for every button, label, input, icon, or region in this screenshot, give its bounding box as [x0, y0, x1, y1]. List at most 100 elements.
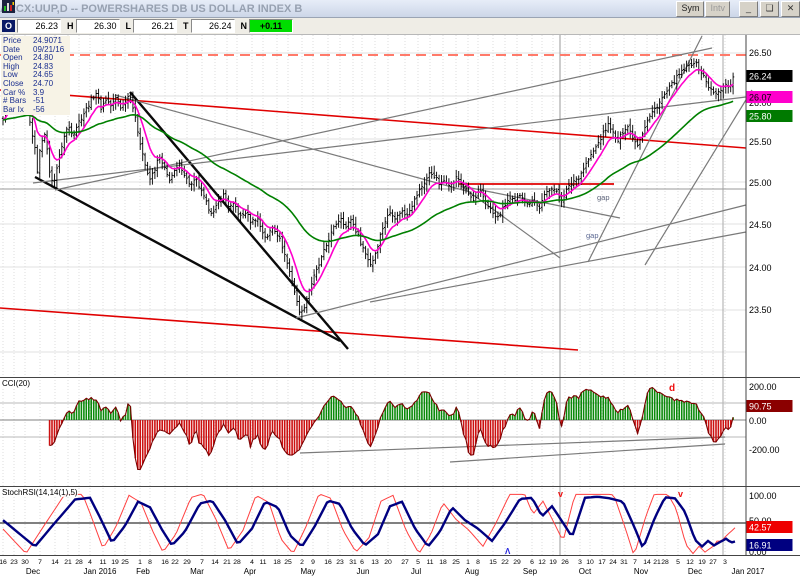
- svg-text:8: 8: [148, 559, 152, 566]
- title-bar[interactable]: ARCX:UUP,D -- POWERSHARES DB US DOLLAR I…: [0, 0, 800, 18]
- svg-text:Feb: Feb: [136, 567, 150, 576]
- svg-text:26.50: 26.50: [749, 48, 772, 58]
- databox-barix-label: Bar Ix: [3, 106, 33, 115]
- svg-text:100.00: 100.00: [749, 491, 777, 501]
- trade-label: T: [183, 21, 189, 31]
- svg-text:3: 3: [723, 559, 727, 566]
- svg-text:22: 22: [171, 559, 179, 566]
- svg-text:29: 29: [513, 559, 521, 566]
- cci-panel-label: CCI(20): [2, 379, 30, 388]
- net-label: N: [241, 21, 248, 31]
- svg-text:gap: gap: [597, 193, 610, 202]
- svg-text:13: 13: [371, 559, 379, 566]
- svg-text:7: 7: [633, 559, 637, 566]
- svg-text:Dec: Dec: [688, 567, 702, 576]
- restore-button[interactable]: ❏: [760, 1, 779, 17]
- svg-text:9: 9: [311, 559, 315, 566]
- svg-text:6: 6: [360, 559, 364, 566]
- svg-text:Mar: Mar: [190, 567, 204, 576]
- svg-text:7: 7: [200, 559, 204, 566]
- svg-text:14: 14: [643, 559, 651, 566]
- high-value: 26.30: [76, 19, 120, 33]
- net-change-value: +0.11: [249, 19, 293, 33]
- svg-text:90.75: 90.75: [749, 402, 772, 412]
- svg-text:25.80: 25.80: [749, 112, 772, 122]
- chart-window: 26.5026.0025.5025.0024.5024.0023.50200.0…: [0, 0, 800, 579]
- svg-text:19: 19: [111, 559, 119, 566]
- svg-text:gap: gap: [586, 231, 599, 240]
- svg-text:11: 11: [426, 559, 433, 566]
- svg-text:17: 17: [598, 559, 606, 566]
- databox-barix-value: -56: [33, 106, 45, 115]
- svg-text:31: 31: [349, 559, 357, 566]
- svg-text:4: 4: [250, 559, 254, 566]
- svg-text:11: 11: [99, 559, 106, 566]
- svg-text:27: 27: [709, 559, 717, 566]
- svg-text:Λ: Λ: [505, 547, 511, 556]
- chart-canvas[interactable]: 26.5026.0025.5025.0024.5024.0023.50200.0…: [0, 0, 800, 579]
- app-icon: [2, 0, 15, 13]
- svg-text:-200.00: -200.00: [749, 445, 780, 455]
- svg-text:v: v: [558, 489, 563, 499]
- svg-text:Jan 2016: Jan 2016: [84, 567, 117, 576]
- svg-text:d: d: [669, 383, 675, 394]
- low-label: L: [126, 21, 132, 31]
- svg-text:23: 23: [10, 559, 18, 566]
- svg-text:2: 2: [300, 559, 304, 566]
- intv-button[interactable]: Intv: [705, 1, 730, 17]
- close-button[interactable]: ✕: [781, 1, 800, 17]
- svg-text:Apr: Apr: [244, 567, 257, 576]
- svg-text:18: 18: [439, 559, 447, 566]
- svg-text:19: 19: [698, 559, 706, 566]
- svg-text:4: 4: [88, 559, 92, 566]
- svg-text:12: 12: [538, 559, 546, 566]
- svg-text:16: 16: [0, 559, 7, 566]
- svg-text:Sep: Sep: [523, 567, 538, 576]
- svg-text:6: 6: [530, 559, 534, 566]
- svg-text:8: 8: [476, 559, 480, 566]
- svg-text:26.07: 26.07: [749, 93, 772, 103]
- trade-value: 26.24: [191, 19, 235, 33]
- svg-text:7: 7: [38, 559, 42, 566]
- svg-text:21: 21: [64, 559, 72, 566]
- svg-text:24.50: 24.50: [749, 220, 772, 230]
- svg-text:12: 12: [686, 559, 694, 566]
- svg-text:14: 14: [51, 559, 59, 566]
- svg-text:28: 28: [661, 559, 669, 566]
- svg-text:28: 28: [233, 559, 241, 566]
- svg-text:5: 5: [676, 559, 680, 566]
- svg-text:16: 16: [324, 559, 332, 566]
- open-label: O: [2, 20, 15, 32]
- high-label: H: [67, 21, 74, 31]
- svg-text:Jun: Jun: [357, 567, 370, 576]
- svg-text:1: 1: [466, 559, 470, 566]
- svg-text:0.00: 0.00: [749, 416, 767, 426]
- sym-button[interactable]: Sym: [676, 1, 704, 17]
- svg-text:22: 22: [501, 559, 509, 566]
- svg-text:3: 3: [578, 559, 582, 566]
- svg-text:25: 25: [121, 559, 129, 566]
- svg-text:5: 5: [416, 559, 420, 566]
- svg-text:Jul: Jul: [411, 567, 421, 576]
- svg-text:200.00: 200.00: [749, 382, 777, 392]
- svg-text:27: 27: [401, 559, 409, 566]
- svg-text:19: 19: [549, 559, 557, 566]
- window-title: ARCX:UUP,D -- POWERSHARES DB US DOLLAR I…: [0, 3, 676, 15]
- svg-text:18: 18: [273, 559, 281, 566]
- svg-text:25: 25: [284, 559, 292, 566]
- svg-text:Oct: Oct: [579, 567, 592, 576]
- minimize-button[interactable]: _: [739, 1, 758, 17]
- svg-text:20: 20: [384, 559, 392, 566]
- svg-text:Dec: Dec: [26, 567, 40, 576]
- svg-text:15: 15: [489, 559, 497, 566]
- svg-text:23.50: 23.50: [749, 305, 772, 315]
- low-value: 26.21: [133, 19, 177, 33]
- svg-text:26.24: 26.24: [749, 72, 772, 82]
- svg-text:25: 25: [452, 559, 460, 566]
- svg-text:11: 11: [259, 559, 266, 566]
- svg-text:30: 30: [21, 559, 29, 566]
- svg-text:v: v: [678, 489, 683, 499]
- svg-text:Aug: Aug: [465, 567, 479, 576]
- svg-text:26: 26: [561, 559, 569, 566]
- svg-text:23: 23: [336, 559, 344, 566]
